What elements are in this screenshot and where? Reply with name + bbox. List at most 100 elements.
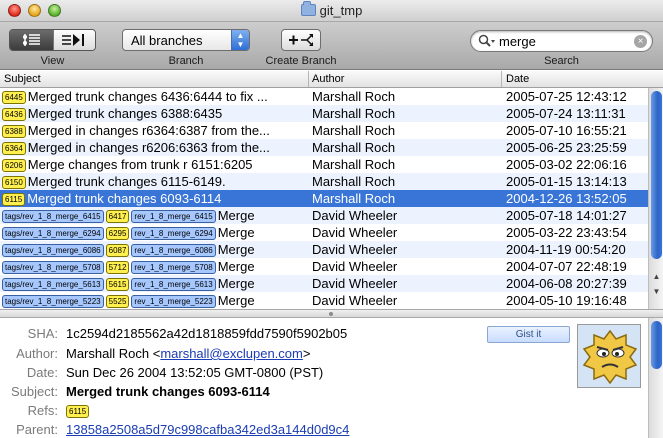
commit-row[interactable]: 6150 Merged trunk changes 6115-6149. Marsh…: [0, 173, 648, 190]
create-branch-label: Create Branch: [265, 55, 337, 67]
ref-tag[interactable]: rev_1_8_merge_5613: [131, 278, 216, 291]
author-column-header[interactable]: Author: [312, 73, 344, 85]
parent-link[interactable]: 13858a2508a5d79c998cafba342ed3a144d0d9c4: [66, 422, 349, 437]
commit-author-cell: Marshall Roch: [312, 174, 396, 189]
commit-list-scrollbar[interactable]: ▲ ▼: [648, 88, 663, 309]
commit-row[interactable]: tags/rev_1_8_merge_5613 5615 rev_1_8_merge…: [0, 275, 648, 292]
sha-label: SHA:: [27, 326, 58, 341]
ref-tag[interactable]: 6115: [66, 405, 90, 418]
ref-tag[interactable]: rev_1_8_merge_6086: [131, 244, 216, 257]
commit-date-cell: 2004-05-10 19:16:48: [506, 293, 627, 308]
commit-subject-cell: tags/rev_1_8_merge_6415 6417 rev_1_8_merge…: [2, 208, 308, 223]
gist-it-button[interactable]: Gist it: [487, 326, 570, 343]
commit-row[interactable]: 6436 Merged trunk changes 6388:6435 Marsha…: [0, 105, 648, 122]
author-email-link[interactable]: marshall@exclupen.com: [160, 346, 303, 361]
search-icon: [478, 34, 496, 51]
ref-tag[interactable]: 6388: [2, 125, 26, 138]
ref-tag[interactable]: 5712: [105, 261, 130, 274]
commit-date-cell: 2004-12-26 13:52:05: [506, 191, 627, 206]
ref-tag[interactable]: rev_1_8_merge_6294: [131, 227, 216, 240]
column-divider[interactable]: [501, 71, 502, 87]
scroll-up-arrow-icon[interactable]: ▲: [651, 272, 662, 283]
ref-tag[interactable]: 6417: [105, 210, 130, 223]
commit-author-cell: Marshall Roch: [312, 123, 396, 138]
pane-splitter[interactable]: [0, 309, 663, 318]
commit-date-cell: 2004-11-19 00:54:20: [506, 242, 626, 257]
commit-subject-text: Merged trunk changes 6388:6435: [27, 106, 223, 121]
selected-commit-row[interactable]: 6115 Merged trunk changes 6093-6114 Marsha…: [0, 190, 648, 207]
scroll-down-arrow-icon[interactable]: ▼: [651, 287, 662, 298]
history-list-icon: [23, 34, 41, 46]
ref-tag[interactable]: 6445: [2, 91, 26, 104]
ref-tag[interactable]: 6364: [2, 142, 26, 155]
commit-row[interactable]: 6206 Merge changes from trunk r 6151:6205…: [0, 156, 648, 173]
commit-row[interactable]: tags/rev_1_8_merge_6415 6417 rev_1_8_merge…: [0, 207, 648, 224]
commit-date-cell: 2004-07-07 22:48:19: [506, 259, 627, 274]
ref-tag[interactable]: tags/rev_1_8_merge_6415: [2, 210, 104, 223]
commit-subject-cell: 6206 Merge changes from trunk r 6151:6205: [2, 157, 308, 172]
date-column-header[interactable]: Date: [506, 73, 529, 85]
ref-tag[interactable]: tags/rev_1_8_merge_5708: [2, 261, 104, 274]
history-view-button[interactable]: [10, 30, 53, 50]
ref-tag[interactable]: rev_1_8_merge_5223: [131, 295, 216, 308]
commit-row[interactable]: tags/rev_1_8_merge_6294 6295 rev_1_8_merge…: [0, 224, 648, 241]
ref-tag[interactable]: 6436: [2, 108, 26, 121]
commit-row[interactable]: 6364 Merged in changes r6206:6363 from th…: [0, 139, 648, 156]
commit-subject-cell: tags/rev_1_8_merge_5708 5712 rev_1_8_merge…: [2, 259, 308, 274]
ref-tag[interactable]: tags/rev_1_8_merge_6086: [2, 244, 104, 257]
commit-date-cell: 2005-03-02 22:06:16: [506, 157, 627, 172]
commit-row[interactable]: 6445 Merged trunk changes 6436:6444 to fi…: [0, 88, 648, 105]
parent-label: Parent:: [16, 422, 58, 437]
clear-search-icon[interactable]: ×: [634, 35, 647, 48]
ref-tag[interactable]: 6295: [105, 227, 130, 240]
ref-tag[interactable]: tags/rev_1_8_merge_6294: [2, 227, 104, 240]
commit-date-cell: 2005-01-15 13:14:13: [506, 174, 627, 189]
branch-select[interactable]: All branches ▲ ▼: [122, 29, 250, 51]
ref-tag[interactable]: 6115: [2, 193, 26, 206]
author-value: Marshall Roch <marshall@exclupen.com>: [66, 346, 310, 361]
updown-arrows-icon: ▲ ▼: [231, 30, 249, 50]
commit-detail-pane: SHA: 1c2594d2185562a42d1818859fdd7590f59…: [0, 318, 648, 438]
detail-pane-scrollbar[interactable]: [648, 318, 663, 438]
commit-subject-cell: 6150 Merged trunk changes 6115-6149.: [2, 174, 308, 189]
commit-row[interactable]: tags/rev_1_8_merge_5708 5712 rev_1_8_merge…: [0, 258, 648, 275]
commit-subject-text: Merged trunk changes 6436:6444 to fix ..…: [27, 89, 268, 104]
ref-tag[interactable]: 6087: [105, 244, 130, 257]
ref-tag[interactable]: rev_1_8_merge_5708: [131, 261, 216, 274]
ref-tag[interactable]: 5615: [105, 278, 130, 291]
commit-author-cell: David Wheeler: [312, 276, 398, 291]
view-segmented-control[interactable]: [9, 29, 96, 51]
column-divider[interactable]: [308, 71, 309, 87]
commit-subject-text: Merged in changes r6364:6387 from the...: [27, 123, 270, 138]
ref-tag[interactable]: 5525: [105, 295, 130, 308]
create-branch-button[interactable]: [281, 29, 321, 51]
search-input[interactable]: merge: [499, 34, 536, 49]
window-title-text: git_tmp: [319, 3, 363, 18]
ref-tag[interactable]: tags/rev_1_8_merge_5613: [2, 278, 104, 291]
commit-subject-cell: tags/rev_1_8_merge_6294 6295 rev_1_8_merge…: [2, 225, 308, 240]
commit-author-cell: Marshall Roch: [312, 89, 396, 104]
gear-face-icon: [578, 325, 640, 387]
folder-icon: [300, 1, 316, 16]
commit-subject-text: Merged trunk changes 6093-6114: [27, 191, 222, 206]
commit-view-button[interactable]: [52, 30, 95, 50]
column-headers: Subject Author Date: [0, 71, 663, 88]
commit-author-cell: David Wheeler: [312, 225, 398, 240]
subject-column-header[interactable]: Subject: [4, 73, 41, 85]
ref-tag[interactable]: 6150: [2, 176, 26, 189]
commit-row[interactable]: 6388 Merged in changes r6364:6387 from th…: [0, 122, 648, 139]
splitter-grip-icon[interactable]: [329, 312, 333, 316]
window-title: git_tmp: [0, 1, 663, 18]
ref-tag[interactable]: tags/rev_1_8_merge_5223: [2, 295, 104, 308]
scrollbar-thumb[interactable]: [651, 91, 662, 259]
ref-tag[interactable]: rev_1_8_merge_6415: [131, 210, 216, 223]
commit-row[interactable]: tags/rev_1_8_merge_6086 6087 rev_1_8_merge…: [0, 241, 648, 258]
search-field[interactable]: merge ×: [470, 30, 653, 52]
toolbar: View All branches ▲ ▼ Branch Create Branc…: [0, 22, 663, 70]
commit-subject-text: Merge: [217, 259, 255, 274]
scrollbar-thumb[interactable]: [651, 321, 662, 369]
commit-subject-cell: 6445 Merged trunk changes 6436:6444 to fi…: [2, 89, 308, 104]
commit-row[interactable]: tags/rev_1_8_merge_5223 5525 rev_1_8_merge…: [0, 292, 648, 309]
ref-tag[interactable]: 6206: [2, 159, 26, 172]
commit-list[interactable]: 6445 Merged trunk changes 6436:6444 to fi…: [0, 88, 648, 309]
